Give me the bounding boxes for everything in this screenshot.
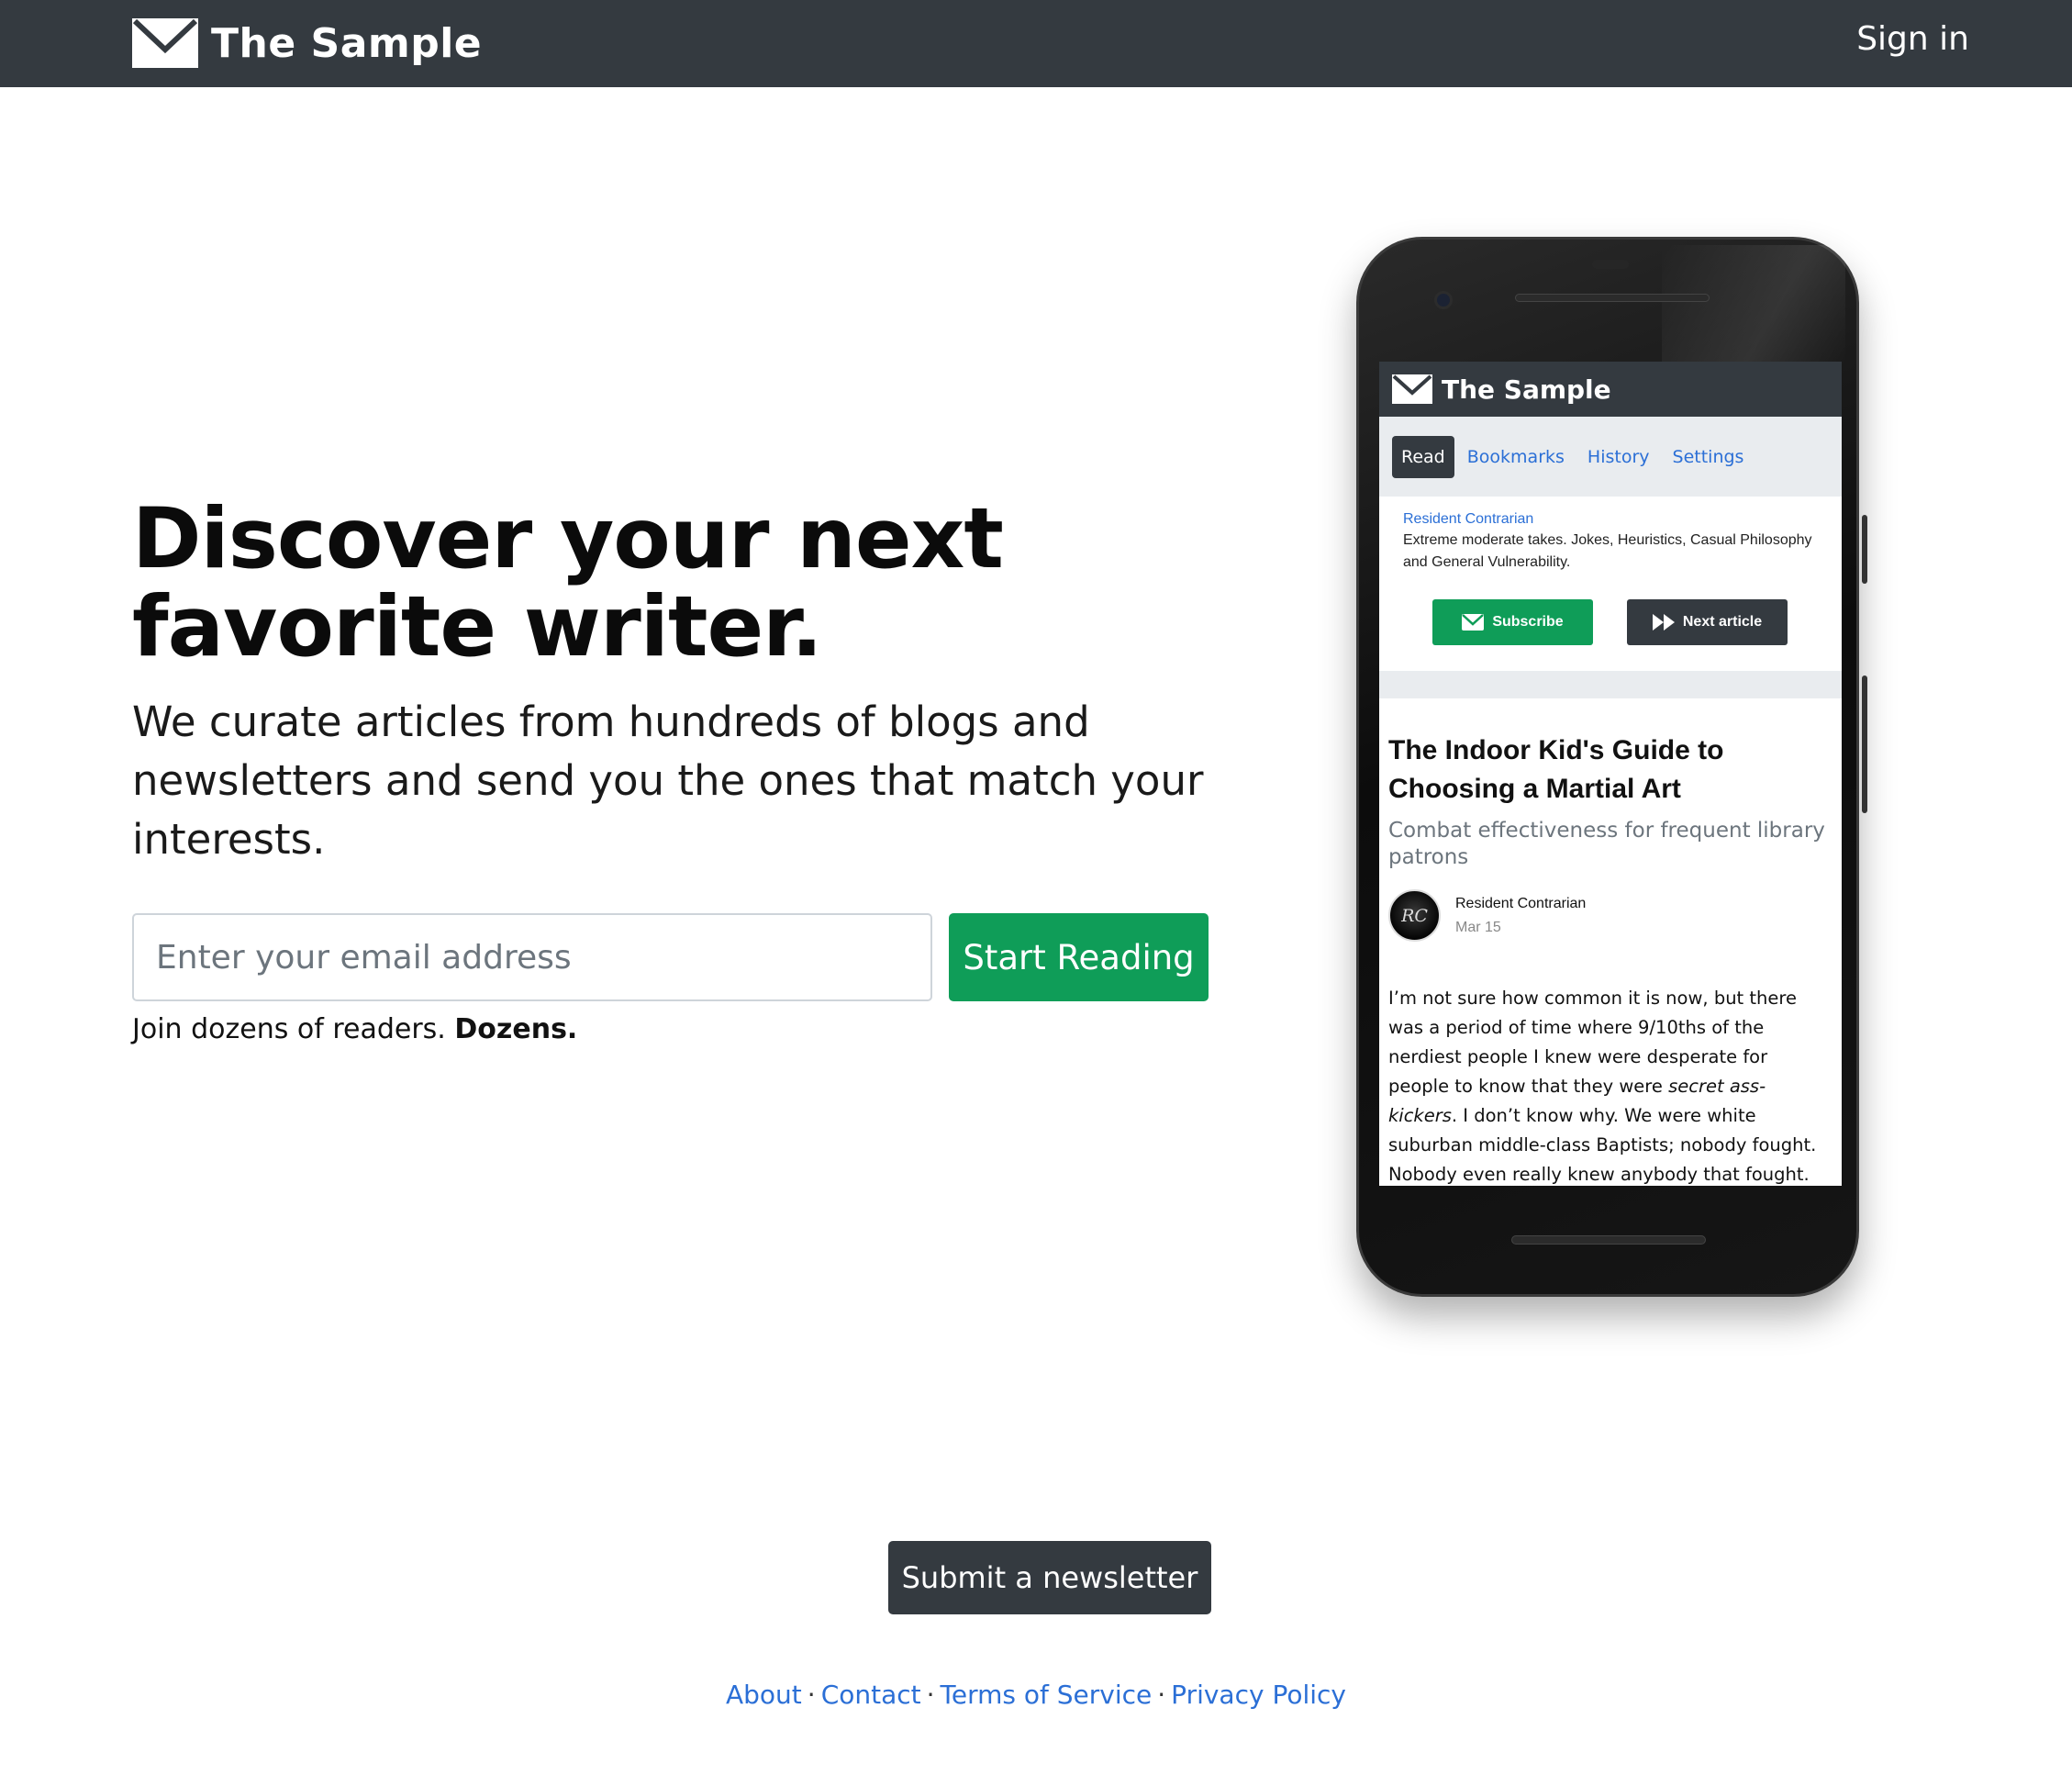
phone-power-button xyxy=(1862,515,1867,584)
join-text: Join dozens of readers. xyxy=(132,1013,446,1045)
start-reading-button[interactable]: Start Reading xyxy=(949,913,1209,1001)
avatar: RC xyxy=(1388,889,1441,942)
tab-read[interactable]: Read xyxy=(1392,435,1454,478)
top-navbar: The Sample Sign in xyxy=(0,0,2072,87)
publication-name[interactable]: Resident Contrarian xyxy=(1403,511,1818,528)
submit-newsletter-button[interactable]: Submit a newsletter xyxy=(888,1541,1211,1614)
article-body: I’m not sure how common it is now, but t… xyxy=(1388,984,1832,1186)
subscribe-button[interactable]: Subscribe xyxy=(1432,599,1593,645)
hero-title-line-1: Discover your next xyxy=(132,491,1004,587)
phone-top-speaker xyxy=(1515,294,1710,302)
tab-history[interactable]: History xyxy=(1587,447,1650,467)
hero-title-line-2: favorite writer. xyxy=(132,579,823,675)
footer-separator: · xyxy=(926,1680,935,1710)
sign-in-link[interactable]: Sign in xyxy=(1856,20,1969,58)
envelope-icon xyxy=(1462,614,1485,631)
app-tab-bar: Read Bookmarks History Settings xyxy=(1379,417,1842,497)
envelope-icon xyxy=(132,18,198,68)
phone-bottom-speaker xyxy=(1511,1235,1706,1245)
brand-name: The Sample xyxy=(211,19,483,67)
footer-link-privacy[interactable]: Privacy Policy xyxy=(1171,1680,1346,1710)
subscribe-label: Subscribe xyxy=(1492,614,1564,630)
tab-settings[interactable]: Settings xyxy=(1673,447,1744,467)
phone-volume-button xyxy=(1862,675,1867,813)
footer-link-contact[interactable]: Contact xyxy=(821,1680,921,1710)
author-row: RC Resident Contrarian Mar 15 xyxy=(1388,889,1832,942)
email-input[interactable] xyxy=(132,913,932,1001)
phone-glare xyxy=(1662,245,1845,364)
author-name: Resident Contrarian xyxy=(1455,895,1587,911)
brand-link[interactable]: The Sample xyxy=(132,13,482,73)
footer-link-about[interactable]: About xyxy=(726,1680,802,1710)
footer-separator: · xyxy=(1157,1680,1166,1710)
publication-description: Extreme moderate takes. Jokes, Heuristic… xyxy=(1403,532,1812,570)
join-tagline: Join dozens of readers. Dozens. xyxy=(132,1013,577,1045)
publication-card: Resident Contrarian Extreme moderate tak… xyxy=(1379,497,1842,671)
tab-bookmarks[interactable]: Bookmarks xyxy=(1467,447,1565,467)
footer-link-terms[interactable]: Terms of Service xyxy=(941,1680,1153,1710)
article-title[interactable]: The Indoor Kid's Guide to Choosing a Mar… xyxy=(1388,731,1832,809)
article-body-end: . I don’t know why. We were white suburb… xyxy=(1388,1105,1817,1185)
app-brand-name: The Sample xyxy=(1442,374,1611,405)
next-article-label: Next article xyxy=(1682,614,1763,630)
section-divider xyxy=(1379,671,1842,698)
app-navbar: The Sample xyxy=(1379,362,1842,417)
envelope-icon xyxy=(1392,374,1432,404)
camera-icon xyxy=(1434,291,1453,309)
article-date: Mar 15 xyxy=(1455,919,1501,935)
join-bold-text: Dozens. xyxy=(454,1013,578,1045)
fast-forward-icon xyxy=(1652,614,1675,631)
article-subtitle: Combat effectiveness for frequent librar… xyxy=(1388,819,1825,869)
hero-subtitle: We curate articles from hundreds of blog… xyxy=(132,698,1204,864)
article-preview: The Indoor Kid's Guide to Choosing a Mar… xyxy=(1379,698,1842,1186)
footer-links: About · Contact · Terms of Service · Privacy P… xyxy=(0,1680,2072,1710)
next-article-button[interactable]: Next article xyxy=(1627,599,1788,645)
author-meta: Resident Contrarian Mar 15 xyxy=(1455,896,1586,936)
hero-title: Discover your next favorite writer. xyxy=(132,496,1050,672)
phone-sensor xyxy=(1592,260,1629,269)
footer-separator: · xyxy=(807,1680,816,1710)
phone-mockup: The Sample Read Bookmarks History Settin… xyxy=(1356,237,1867,1297)
phone-screen: The Sample Read Bookmarks History Settin… xyxy=(1379,362,1842,1186)
